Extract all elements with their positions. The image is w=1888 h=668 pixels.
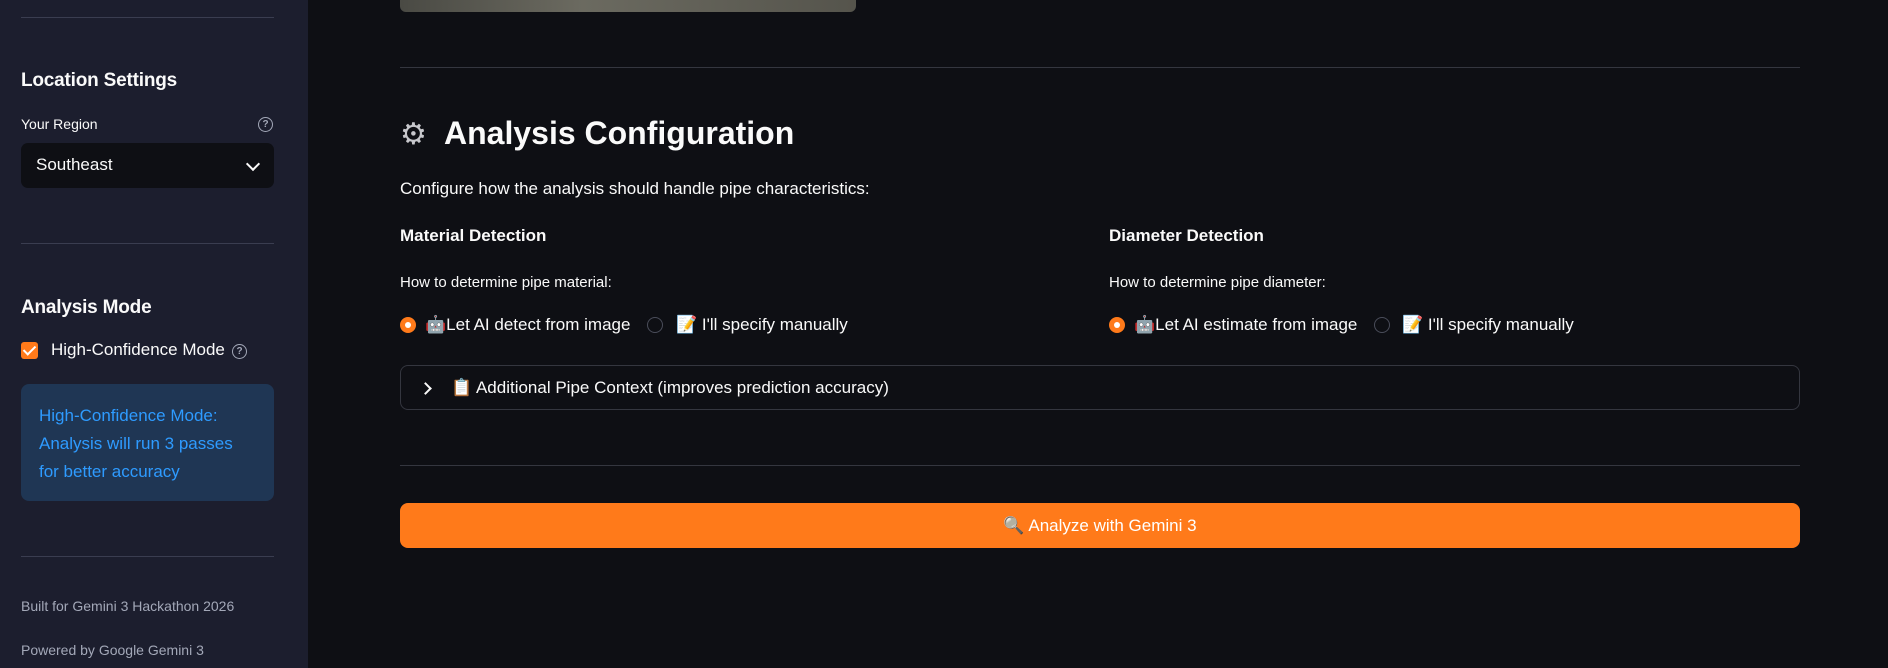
page-title-text: Analysis Configuration <box>444 115 795 151</box>
material-manual-radio[interactable] <box>647 317 663 333</box>
info-alert: High-Confidence Mode: Analysis will run … <box>21 384 274 501</box>
page-title: ⚙ Analysis Configuration <box>400 115 794 152</box>
region-select[interactable]: Southeast <box>21 143 274 188</box>
footer-text: Built for Gemini 3 Hackathon 2026 <box>21 598 235 614</box>
high-confidence-label[interactable]: High-Confidence Mode <box>51 340 225 360</box>
material-question: How to determine pipe material: <box>400 274 612 291</box>
material-ai-radio[interactable] <box>400 317 416 333</box>
region-select-value: Southeast <box>36 155 113 174</box>
location-settings-heading: Location Settings <box>21 70 177 91</box>
material-heading: Material Detection <box>400 226 547 245</box>
analyze-button[interactable]: 🔍 Analyze with Gemini 3 <box>400 503 1800 548</box>
diameter-manual-label[interactable]: 📝 I'll specify manually <box>1402 315 1574 335</box>
high-confidence-checkbox[interactable] <box>21 342 38 359</box>
diameter-ai-radio[interactable] <box>1109 317 1125 333</box>
sidebar-divider <box>21 556 274 557</box>
sidebar-divider <box>21 243 274 244</box>
material-ai-label[interactable]: 🤖Let AI detect from image <box>425 315 630 335</box>
region-label: Your Region <box>21 116 98 132</box>
divider <box>400 465 1800 466</box>
sidebar: Location Settings Your Region ? Southeas… <box>0 0 308 668</box>
uploaded-pipe-image <box>400 0 856 12</box>
gear-icon: ⚙ <box>400 118 427 151</box>
diameter-heading: Diameter Detection <box>1109 226 1264 245</box>
chevron-right-icon <box>419 382 432 395</box>
sidebar-divider <box>21 17 274 18</box>
analyze-button-label: 🔍 Analyze with Gemini 3 <box>1003 515 1197 535</box>
material-manual-label[interactable]: 📝 I'll specify manually <box>676 315 848 335</box>
footer-text: Powered by Google Gemini 3 <box>21 642 204 658</box>
diameter-manual-radio[interactable] <box>1374 317 1390 333</box>
help-icon[interactable]: ? <box>232 344 247 359</box>
info-alert-text: High-Confidence Mode: Analysis will run … <box>39 406 233 481</box>
diameter-question: How to determine pipe diameter: <box>1109 274 1326 291</box>
additional-context-expander[interactable]: 📋 Additional Pipe Context (improves pred… <box>400 365 1800 410</box>
help-icon[interactable]: ? <box>258 117 273 132</box>
diameter-ai-label[interactable]: 🤖Let AI estimate from image <box>1134 315 1357 335</box>
divider <box>400 67 1800 68</box>
analysis-mode-heading: Analysis Mode <box>21 297 152 318</box>
chevron-down-icon <box>245 156 261 172</box>
expander-label: 📋 Additional Pipe Context (improves pred… <box>451 378 889 397</box>
intro-text: Configure how the analysis should handle… <box>400 179 870 198</box>
